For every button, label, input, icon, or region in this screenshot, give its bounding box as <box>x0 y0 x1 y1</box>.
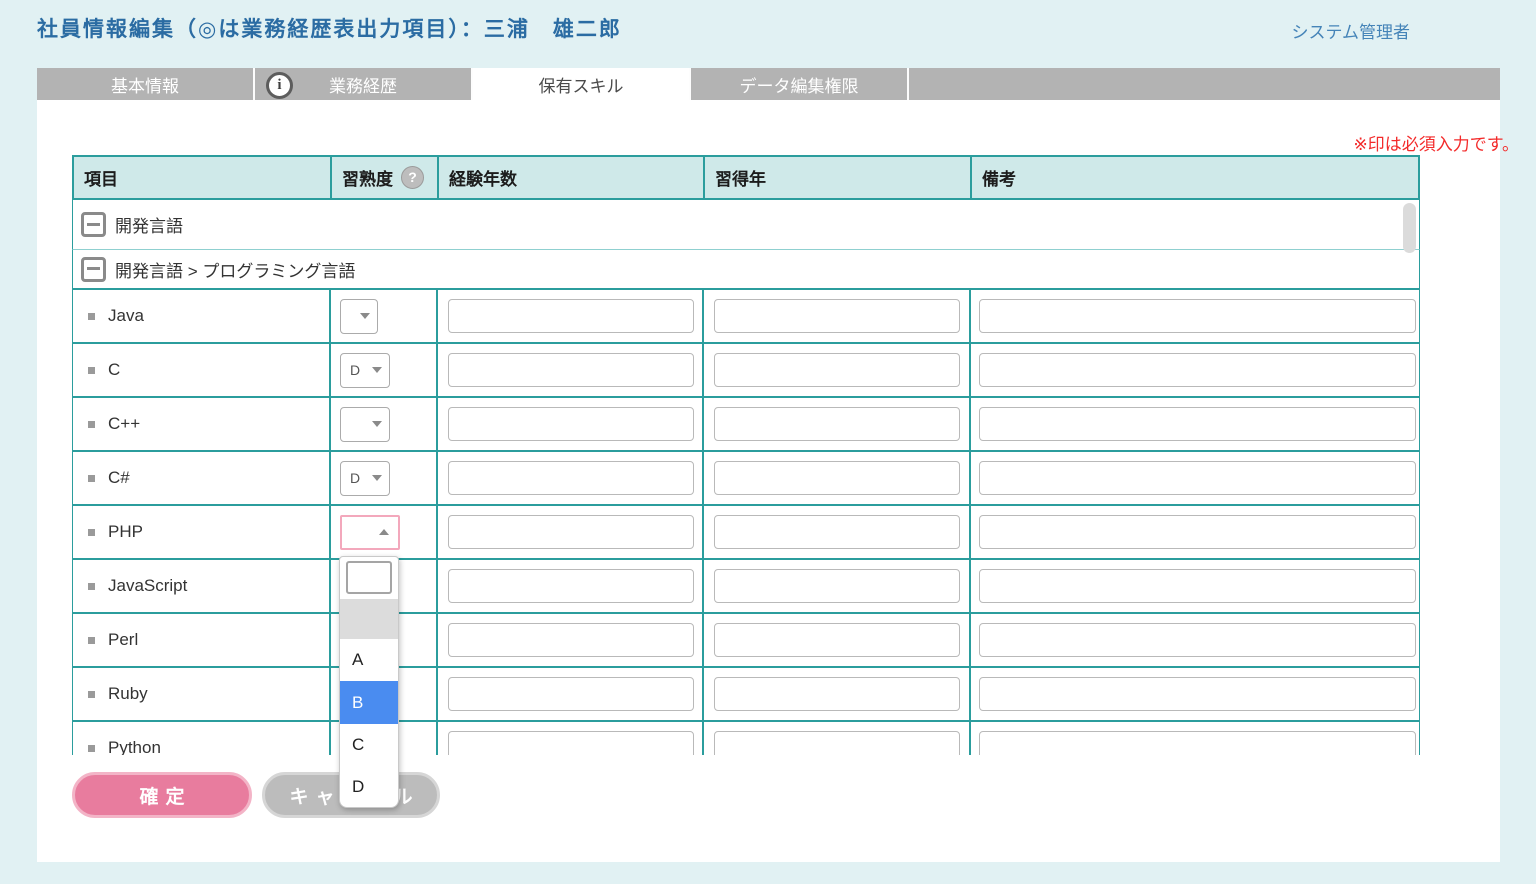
dropdown-option-d[interactable]: D <box>340 766 398 808</box>
tab-skills[interactable]: 保有スキル <box>473 68 691 100</box>
tab-bar-filler <box>909 68 1500 100</box>
years-input[interactable] <box>448 515 694 549</box>
column-header-notes: 備考 <box>982 170 1016 189</box>
chevron-up-icon <box>379 529 389 535</box>
level-select[interactable]: D <box>340 460 390 496</box>
confirm-button[interactable]: 確定 <box>72 772 252 818</box>
table-row-javascript: JavaScript <box>72 560 1420 614</box>
acquired-year-input[interactable] <box>714 731 960 755</box>
chevron-down-icon <box>360 313 370 319</box>
years-input[interactable] <box>448 623 694 657</box>
column-header-level: 習熟度 ? <box>332 157 439 198</box>
acquired-year-input[interactable] <box>714 515 960 549</box>
notes-input[interactable] <box>979 407 1416 441</box>
years-input[interactable] <box>448 569 694 603</box>
chevron-down-icon <box>372 421 382 427</box>
level-select[interactable] <box>340 406 390 442</box>
collapse-icon[interactable] <box>81 256 106 282</box>
table-row-csharp: C# D <box>72 452 1420 506</box>
table-row-c: C D <box>72 344 1420 398</box>
group-row-programming-language: 開発言語 > プログラミング言語 <box>72 250 1420 290</box>
notes-input[interactable] <box>979 353 1416 387</box>
level-select[interactable] <box>340 298 378 334</box>
tab-bar: 基本情報 i 業務経歴 保有スキル データ編集権限 <box>37 68 1500 100</box>
required-note: ※印は必須入力です。 <box>1353 135 1519 154</box>
bullet-icon <box>88 636 95 644</box>
help-icon[interactable]: ? <box>401 166 424 189</box>
notes-input[interactable] <box>979 461 1416 495</box>
notes-input[interactable] <box>979 299 1416 333</box>
collapse-icon[interactable] <box>81 212 106 237</box>
bullet-icon <box>88 420 95 428</box>
dropdown-option-b-highlighted[interactable]: B <box>340 681 398 724</box>
bullet-icon <box>88 582 95 590</box>
dropdown-option-c[interactable]: C <box>340 724 398 766</box>
acquired-year-input[interactable] <box>714 677 960 711</box>
table-header-row: 項目 習熟度 ? 経験年数 習得年 備考 <box>72 155 1420 200</box>
dropdown-option-blank-hover[interactable] <box>340 599 398 639</box>
acquired-year-input[interactable] <box>714 461 960 495</box>
years-input[interactable] <box>448 299 694 333</box>
years-input[interactable] <box>448 731 694 755</box>
column-header-acquired-year: 習得年 <box>705 157 972 198</box>
skill-name: JavaScript <box>108 576 188 595</box>
skill-table: 項目 習熟度 ? 経験年数 習得年 備考 開発言語 開発言語 > プログラミング… <box>72 155 1420 755</box>
group-row-dev-language: 開発言語 <box>72 200 1420 250</box>
info-icon: i <box>266 72 293 99</box>
acquired-year-input[interactable] <box>714 623 960 657</box>
notes-input[interactable] <box>979 515 1416 549</box>
page-title: 社員情報編集（◎は業務経歴表出力項目）：三浦 雄二郎 <box>37 18 622 41</box>
skill-name: PHP <box>108 522 143 541</box>
years-input[interactable] <box>448 353 694 387</box>
table-row-cpp: C++ <box>72 398 1420 452</box>
bullet-icon <box>88 312 95 320</box>
column-header-item: 項目 <box>74 157 332 198</box>
bullet-icon <box>88 366 95 374</box>
skill-name: Perl <box>108 630 139 649</box>
dropdown-option-empty[interactable] <box>346 561 392 594</box>
column-header-years: 経験年数 <box>439 157 705 198</box>
table-row-perl: Perl <box>72 614 1420 668</box>
acquired-year-input[interactable] <box>714 407 960 441</box>
bullet-icon <box>88 744 95 752</box>
table-row-java: Java <box>72 290 1420 344</box>
table-row-python: Python <box>72 722 1420 755</box>
notes-input[interactable] <box>979 677 1416 711</box>
bullet-icon <box>88 474 95 482</box>
chevron-down-icon <box>372 475 382 481</box>
years-input[interactable] <box>448 677 694 711</box>
skill-name: C <box>108 360 121 379</box>
table-row-php: PHP <box>72 506 1420 560</box>
years-input[interactable] <box>448 461 694 495</box>
level-dropdown-panel: A B C D <box>339 556 399 808</box>
bullet-icon <box>88 690 95 698</box>
acquired-year-input[interactable] <box>714 569 960 603</box>
bullet-icon <box>88 528 95 536</box>
tab-work-history[interactable]: i 業務経歴 <box>255 68 473 100</box>
tab-data-edit-permission[interactable]: データ編集権限 <box>691 68 909 100</box>
skill-name: Java <box>108 306 144 325</box>
tab-basic-info[interactable]: 基本情報 <box>37 68 255 100</box>
user-role-label: システム管理者 <box>1291 23 1411 42</box>
acquired-year-input[interactable] <box>714 353 960 387</box>
notes-input[interactable] <box>979 569 1416 603</box>
years-input[interactable] <box>448 407 694 441</box>
skill-name: Ruby <box>108 684 148 703</box>
dropdown-option-a[interactable]: A <box>340 639 398 681</box>
scrollbar-thumb[interactable] <box>1403 203 1416 253</box>
skill-name: Python <box>108 738 161 755</box>
notes-input[interactable] <box>979 731 1416 755</box>
skill-name: C# <box>108 468 130 487</box>
skill-name: C++ <box>108 414 141 433</box>
level-select-open[interactable] <box>340 514 400 550</box>
chevron-down-icon <box>372 367 382 373</box>
table-row-ruby: Ruby <box>72 668 1420 722</box>
acquired-year-input[interactable] <box>714 299 960 333</box>
notes-input[interactable] <box>979 623 1416 657</box>
level-select[interactable]: D <box>340 352 390 388</box>
